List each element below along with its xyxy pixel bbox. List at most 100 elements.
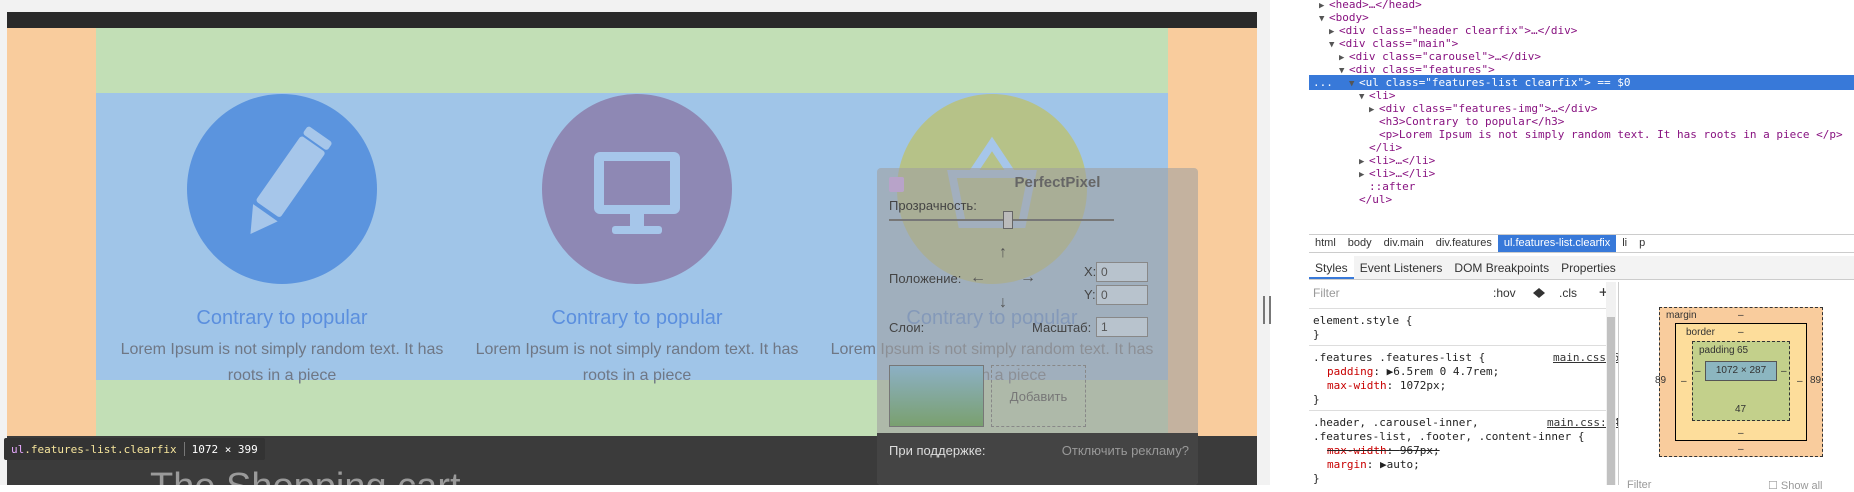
breadcrumb-item[interactable]: li [1616, 235, 1633, 252]
tab-properties[interactable]: Properties [1555, 256, 1622, 279]
scale-label: Масштаб: [1032, 320, 1092, 335]
opacity-slider-handle[interactable] [1003, 211, 1013, 229]
element-inspector-tooltip: ul .features-list.clearfix 1072 × 399 [4, 438, 265, 460]
breadcrumb-item[interactable]: body [1342, 235, 1378, 252]
padding-right-value: – [1781, 366, 1787, 377]
box-model-padding: padding 65 – – 47 1072 × 287 [1692, 341, 1790, 421]
box-model-border: border – – – – padding 65 – – 47 1072 × … [1675, 323, 1807, 441]
rule-selector[interactable]: .features .features-list { [1313, 351, 1485, 364]
box-model-content: 1072 × 287 [1705, 361, 1777, 381]
border-bottom-value: – [1738, 428, 1744, 439]
feature-circle [542, 94, 732, 284]
opacity-label: Прозрачность: [889, 198, 977, 213]
rule-selector[interactable]: .features-list, .footer, .content-inner … [1313, 430, 1585, 443]
styles-pane: Filter :hov .cls + element.style { } .fe… [1309, 282, 1619, 485]
scale-input[interactable]: 1 [1096, 317, 1148, 337]
padding-left-value: – [1695, 366, 1701, 377]
perfectpixel-panel[interactable]: PerfectPixel Прозрачность: ↑ ← → ↓ Полож… [877, 168, 1198, 485]
move-left-arrow-icon[interactable]: ← [963, 269, 993, 291]
hover-state-toggle[interactable]: :hov [1493, 286, 1516, 300]
rule-separator [1309, 345, 1609, 346]
css-declaration[interactable]: margin: ▶auto; [1327, 458, 1420, 471]
css-declaration[interactable]: padding: ▶6.5rem 0 4.7rem; [1327, 365, 1499, 378]
padding-top-value: 65 [1737, 345, 1749, 356]
padding-bottom-value: 47 [1735, 404, 1747, 415]
margin-label: margin [1666, 310, 1697, 321]
section-title: The Shopping cart [150, 466, 461, 485]
box-model-margin: margin – 89 89 – border – – – – padding … [1655, 307, 1823, 457]
margin-top-value: – [1738, 310, 1744, 321]
breadcrumb-item[interactable]: div.features [1430, 235, 1498, 252]
move-right-arrow-icon[interactable]: → [1013, 269, 1043, 291]
rule-close: } [1313, 472, 1320, 485]
y-input[interactable]: 0 [1096, 285, 1148, 305]
class-toggle[interactable]: .cls [1559, 286, 1577, 300]
elements-tree: ▶ <head>…</head> ▼ <body> ▶ <div class="heade… [1309, 0, 1854, 232]
tab-dom-breakpoints[interactable]: DOM Breakpoints [1448, 256, 1555, 279]
browser-viewport: Contrary to popular Lorem Ipsum is not s… [0, 0, 1270, 485]
tab-styles[interactable]: Styles [1309, 256, 1354, 279]
move-down-arrow-icon[interactable]: ↓ [988, 294, 1018, 316]
feature-text: Lorem Ipsum is not simply random text. I… [120, 341, 444, 384]
devtools-panel: ▶ <head>…</head> ▼ <body> ▶ <div class="heade… [1309, 0, 1854, 492]
margin-right-value: 89 [1810, 375, 1822, 386]
styles-filter-input[interactable]: Filter [1313, 286, 1340, 300]
breadcrumb: html body div.main div.features ul.features-… [1309, 234, 1854, 253]
show-all-checkbox[interactable]: ☐ Show all [1768, 479, 1823, 492]
dom-node[interactable]: </ul> [1309, 192, 1854, 207]
breadcrumb-item[interactable]: html [1309, 235, 1342, 252]
breadcrumb-item[interactable]: ul.features-list.clearfix [1497, 235, 1617, 252]
tooltip-class: .features-list.clearfix [24, 442, 177, 456]
support-label: При поддержке: [889, 443, 986, 458]
feature-text: Lorem Ipsum is not simply random text. I… [475, 341, 799, 384]
tooltip-divider [183, 442, 185, 456]
tab-event-listeners[interactable]: Event Listeners [1354, 256, 1449, 279]
x-label: X: [1084, 264, 1097, 279]
breadcrumb-item[interactable]: div.main [1378, 235, 1430, 252]
feature-title: Contrary to popular [551, 307, 723, 329]
feature-item: Contrary to popular Lorem Ipsum is not s… [112, 94, 452, 389]
box-model-diagram: margin – 89 89 – border – – – – padding … [1625, 282, 1854, 492]
border-right-value: – [1797, 376, 1803, 387]
pencil-icon [250, 126, 332, 235]
perfectpixel-title: PerfectPixel [1014, 174, 1101, 191]
color-format-icon[interactable] [1532, 287, 1546, 299]
monitor-icon [594, 152, 680, 234]
rule-close: } [1313, 393, 1320, 406]
tooltip-tag: ul [11, 442, 25, 456]
rule-close: } [1313, 328, 1320, 341]
padding-label: padding [1699, 345, 1735, 356]
layer-thumbnail[interactable] [889, 365, 984, 427]
css-declaration-overridden[interactable]: max-width: 967px; [1327, 444, 1440, 457]
border-left-value: – [1681, 376, 1687, 387]
y-label: Y: [1084, 287, 1096, 302]
element-style-selector[interactable]: element.style { [1313, 314, 1412, 327]
rule-separator [1309, 308, 1609, 309]
styles-scrollbar[interactable] [1606, 282, 1616, 485]
feature-title: Contrary to popular [196, 307, 368, 329]
margin-overlay-left [7, 28, 96, 438]
css-declaration[interactable]: max-width: 1072px; [1327, 379, 1446, 392]
add-layer-button[interactable]: Добавить [991, 365, 1086, 427]
breadcrumb-item[interactable]: p [1633, 235, 1651, 252]
computed-filter-input[interactable]: Filter [1627, 479, 1651, 491]
border-label: border [1686, 327, 1715, 338]
border-top-value: – [1738, 327, 1744, 338]
styles-tabs: Styles Event Listeners DOM Breakpoints Prop… [1309, 256, 1854, 280]
disable-ads-link[interactable]: Отключить рекламу? [1062, 443, 1189, 458]
perfectpixel-footer: При поддержке: Отключить рекламу? [877, 433, 1198, 485]
layers-label: Слои: [889, 320, 925, 335]
margin-bottom-value: – [1738, 444, 1744, 455]
rule-separator [1309, 410, 1609, 411]
scrollbar-thumb[interactable] [1607, 317, 1615, 485]
move-up-arrow-icon[interactable]: ↑ [988, 244, 1018, 266]
feature-item: Contrary to popular Lorem Ipsum is not s… [467, 94, 807, 389]
x-input[interactable]: 0 [1096, 262, 1148, 282]
tooltip-size: 1072 × 399 [191, 442, 258, 456]
rule-selector[interactable]: .header, .carousel-inner, [1313, 416, 1479, 429]
margin-left-value: 89 [1655, 375, 1667, 386]
position-label: Положение: [889, 271, 962, 286]
feature-circle [187, 94, 377, 284]
panel-resize-handle[interactable] [1263, 296, 1271, 324]
opacity-slider[interactable] [889, 219, 1114, 221]
